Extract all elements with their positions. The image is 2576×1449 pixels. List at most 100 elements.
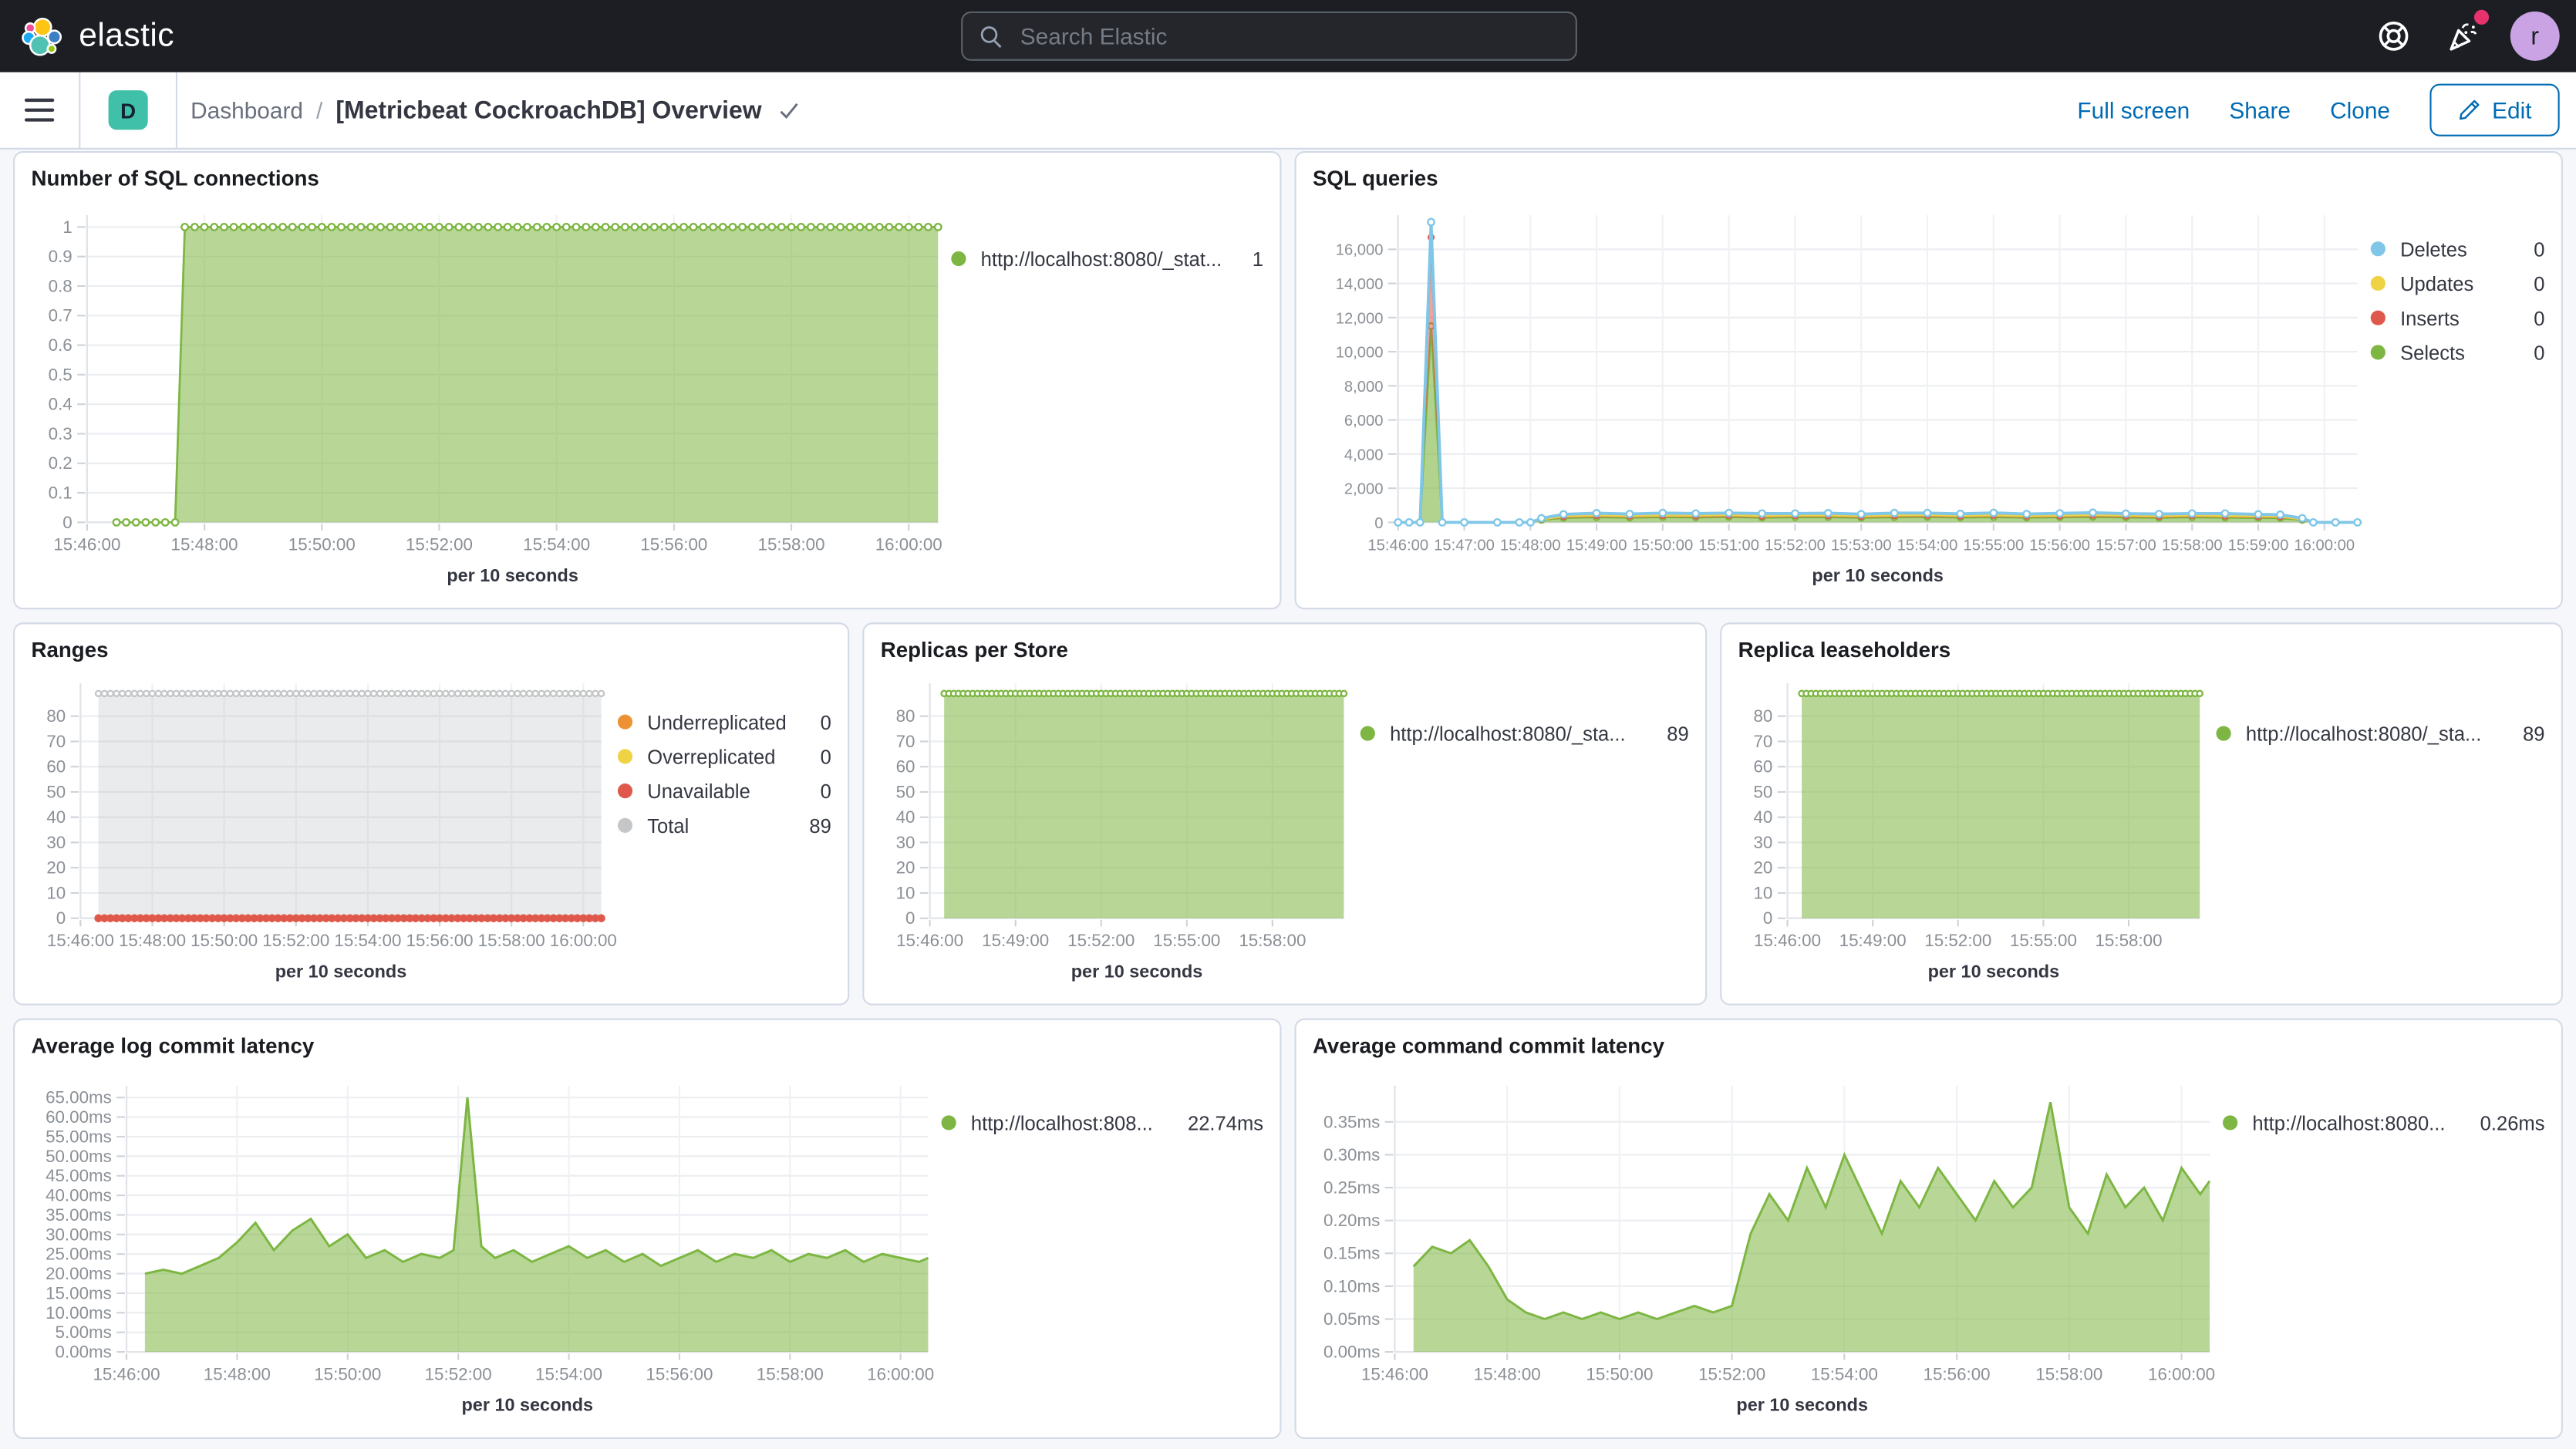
share-button[interactable]: Share bbox=[2229, 97, 2291, 123]
edit-button[interactable]: Edit bbox=[2429, 84, 2560, 136]
svg-text:15:48:00: 15:48:00 bbox=[1500, 537, 1561, 554]
elastic-logo-icon bbox=[20, 14, 65, 59]
svg-text:15:52:00: 15:52:00 bbox=[406, 535, 473, 554]
svg-text:per 10 seconds: per 10 seconds bbox=[1736, 1395, 1868, 1415]
help-icon[interactable] bbox=[2374, 16, 2413, 56]
svg-text:30: 30 bbox=[1754, 833, 1773, 852]
legend-label[interactable]: Deletes bbox=[2400, 238, 2520, 261]
svg-text:50: 50 bbox=[46, 782, 66, 801]
breadcrumb-dashboard[interactable]: Dashboard bbox=[191, 97, 303, 123]
legend-label[interactable]: http://localhost:8080/_sta... bbox=[2246, 722, 2510, 745]
legend-label[interactable]: Updates bbox=[2400, 272, 2520, 295]
legend-label[interactable]: Total bbox=[647, 814, 796, 837]
svg-text:55.00ms: 55.00ms bbox=[46, 1127, 112, 1146]
svg-text:15:53:00: 15:53:00 bbox=[1831, 537, 1892, 554]
svg-text:15:55:00: 15:55:00 bbox=[1153, 931, 1220, 950]
legend-dot bbox=[618, 783, 632, 798]
chart-ranges[interactable]: 0102030405060708015:46:0015:48:0015:50:0… bbox=[31, 670, 617, 990]
clone-button[interactable]: Clone bbox=[2330, 97, 2390, 123]
svg-text:0.1: 0.1 bbox=[49, 484, 72, 503]
legend-item: Total89 bbox=[618, 808, 831, 843]
page-title: [Metricbeat CockroachDB] Overview bbox=[335, 96, 761, 124]
svg-text:15:49:00: 15:49:00 bbox=[1839, 931, 1907, 950]
app-viewport: elastic r bbox=[0, 0, 2576, 1449]
svg-text:15:58:00: 15:58:00 bbox=[757, 1364, 824, 1383]
svg-text:10,000: 10,000 bbox=[1336, 345, 1384, 362]
legend-label[interactable]: http://localhost:8080/_stat... bbox=[981, 248, 1239, 271]
legend-label[interactable]: Overreplicated bbox=[647, 745, 807, 768]
svg-text:per 10 seconds: per 10 seconds bbox=[275, 961, 407, 981]
svg-text:50: 50 bbox=[1754, 782, 1773, 801]
search-input[interactable] bbox=[1017, 22, 1559, 51]
svg-text:per 10 seconds: per 10 seconds bbox=[1812, 565, 1944, 585]
svg-text:15:59:00: 15:59:00 bbox=[2228, 537, 2289, 554]
divider bbox=[79, 72, 80, 148]
chart-log-commit-latency[interactable]: 0.00ms5.00ms10.00ms15.00ms20.00ms25.00ms… bbox=[31, 1066, 941, 1424]
svg-text:15:46:00: 15:46:00 bbox=[1361, 1364, 1428, 1383]
legend-label[interactable]: Underreplicated bbox=[647, 710, 807, 733]
space-badge[interactable]: D bbox=[109, 90, 148, 130]
svg-text:0.15ms: 0.15ms bbox=[1323, 1244, 1380, 1263]
saved-check-icon[interactable] bbox=[777, 98, 801, 123]
legend-label[interactable]: Unavailable bbox=[647, 780, 807, 803]
svg-text:40: 40 bbox=[1754, 807, 1773, 827]
legend-label[interactable]: Inserts bbox=[2400, 306, 2520, 329]
svg-text:0.3: 0.3 bbox=[49, 424, 72, 443]
svg-text:15:58:00: 15:58:00 bbox=[2095, 931, 2162, 950]
breadcrumb: Dashboard / [Metricbeat CockroachDB] Ove… bbox=[191, 96, 801, 124]
legend-value: 0 bbox=[821, 780, 831, 803]
svg-text:15:56:00: 15:56:00 bbox=[406, 931, 474, 950]
pencil-icon bbox=[2457, 99, 2480, 122]
menu-icon[interactable] bbox=[25, 99, 54, 122]
legend-sql-connections: http://localhost:8080/_stat...1 bbox=[951, 199, 1263, 595]
svg-text:10: 10 bbox=[896, 883, 915, 902]
full-screen-button[interactable]: Full screen bbox=[2077, 97, 2190, 123]
user-avatar[interactable]: r bbox=[2510, 12, 2560, 61]
chart-sql-connections[interactable]: 00.10.20.30.40.50.60.70.80.9115:46:0015:… bbox=[31, 199, 951, 595]
legend-dot bbox=[1360, 726, 1375, 741]
svg-text:15:50:00: 15:50:00 bbox=[288, 535, 356, 554]
legend-dot bbox=[2217, 726, 2231, 741]
panel-replicas-per-store: Replicas per Store 0102030405060708015:4… bbox=[862, 622, 1707, 1005]
legend-label[interactable]: http://localhost:8080... bbox=[2252, 1111, 2466, 1134]
brand[interactable]: elastic bbox=[0, 14, 174, 59]
svg-text:0.6: 0.6 bbox=[49, 335, 72, 355]
svg-text:15:55:00: 15:55:00 bbox=[2010, 931, 2077, 950]
chart-replicas-per-store[interactable]: 0102030405060708015:46:0015:49:0015:52:0… bbox=[881, 670, 1360, 990]
svg-text:8,000: 8,000 bbox=[1344, 379, 1384, 396]
legend-label[interactable]: http://localhost:808... bbox=[971, 1111, 1175, 1134]
svg-text:50: 50 bbox=[896, 782, 915, 801]
legend-label[interactable]: http://localhost:8080/_sta... bbox=[1390, 722, 1654, 745]
svg-text:5.00ms: 5.00ms bbox=[56, 1323, 112, 1342]
legend-dot bbox=[2371, 311, 2385, 325]
svg-text:60: 60 bbox=[46, 757, 66, 777]
search-icon bbox=[979, 24, 1004, 49]
svg-text:0.20ms: 0.20ms bbox=[1323, 1211, 1380, 1230]
svg-text:15:52:00: 15:52:00 bbox=[1698, 1364, 1765, 1383]
legend-item: http://localhost:8080/_sta...89 bbox=[2217, 716, 2545, 751]
svg-text:16:00:00: 16:00:00 bbox=[550, 931, 617, 950]
chart-command-commit-latency[interactable]: 0.00ms0.05ms0.10ms0.15ms0.20ms0.25ms0.30… bbox=[1313, 1066, 2223, 1424]
legend-value: 0 bbox=[821, 710, 831, 733]
global-search[interactable] bbox=[961, 12, 1577, 61]
svg-text:15:48:00: 15:48:00 bbox=[171, 535, 238, 554]
svg-text:20: 20 bbox=[1754, 858, 1773, 878]
svg-text:15:58:00: 15:58:00 bbox=[478, 931, 545, 950]
svg-text:15:54:00: 15:54:00 bbox=[1897, 537, 1958, 554]
chart-sql-queries[interactable]: 02,0004,0006,0008,00010,00012,00014,0001… bbox=[1313, 199, 2371, 595]
legend-dot bbox=[951, 251, 966, 266]
svg-text:16,000: 16,000 bbox=[1336, 242, 1384, 259]
legend-sql-queries: Deletes0Updates0Inserts0Selects0 bbox=[2371, 199, 2545, 595]
svg-text:60.00ms: 60.00ms bbox=[46, 1107, 112, 1127]
legend-item: Inserts0 bbox=[2371, 301, 2545, 335]
legend-label[interactable]: Selects bbox=[2400, 341, 2520, 364]
legend-item: Unavailable 0 bbox=[618, 773, 831, 808]
chart-replica-leaseholders[interactable]: 0102030405060708015:46:0015:49:0015:52:0… bbox=[1738, 670, 2217, 990]
svg-text:30: 30 bbox=[896, 833, 915, 852]
svg-text:20: 20 bbox=[46, 858, 66, 878]
svg-text:0.7: 0.7 bbox=[49, 306, 72, 325]
svg-text:15:48:00: 15:48:00 bbox=[204, 1364, 271, 1383]
svg-text:14,000: 14,000 bbox=[1336, 276, 1384, 293]
svg-text:0.10ms: 0.10ms bbox=[1323, 1276, 1380, 1296]
panel-ranges: Ranges 0102030405060708015:46:0015:48:00… bbox=[13, 622, 849, 1005]
